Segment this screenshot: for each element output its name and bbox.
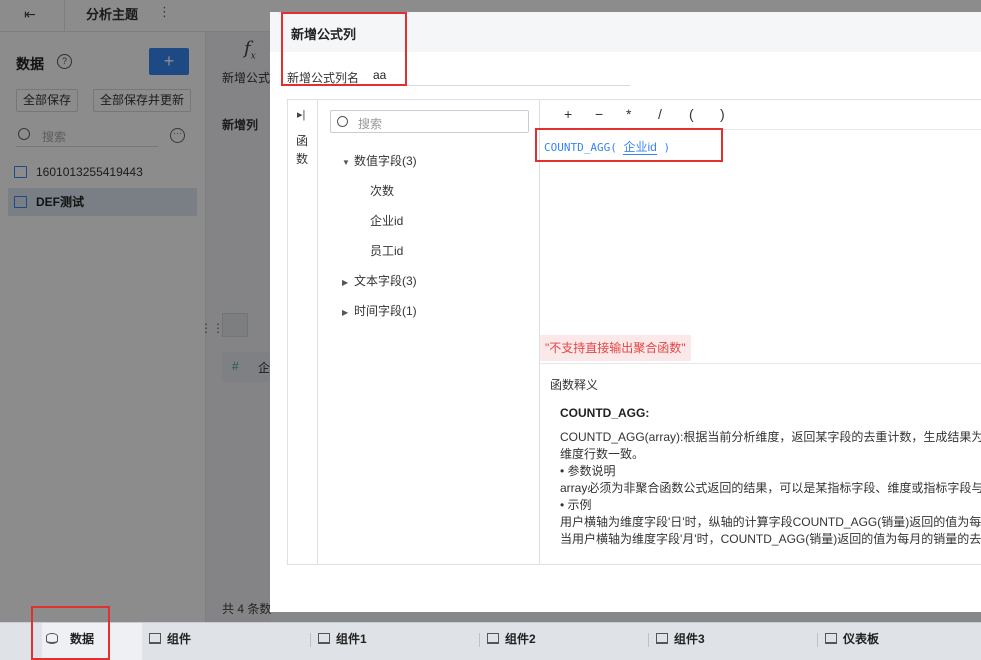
tree-group-label: 文本字段(3) — [354, 274, 417, 288]
operator-plus-button[interactable]: + — [564, 106, 572, 122]
tab-dashboard[interactable]: 仪表板 — [821, 623, 981, 660]
tab-component2[interactable]: 组件2 — [483, 623, 649, 660]
divider — [310, 633, 311, 647]
operator-minus-button[interactable]: − — [595, 106, 603, 122]
explanation-line: COUNTD_AGG(array):根据当前分析维度，返回某字段的去重计数，生成… — [560, 430, 981, 444]
explanation-line: • 示例 — [560, 498, 592, 512]
tab-label: 组件 — [167, 632, 192, 646]
explanation-line: 当用户横轴为维度字段'月'时，COUNTD_AGG(销量)返回的值为每月的销量的… — [560, 532, 981, 546]
tree-group-time[interactable]: ▶ 时间字段(1) — [342, 302, 417, 319]
tree-leaf[interactable]: 次数 — [370, 182, 394, 199]
annotation-box-formula — [535, 128, 723, 162]
divider — [817, 633, 818, 647]
operator-right-paren-button[interactable]: ) — [720, 106, 725, 122]
search-icon — [337, 116, 348, 127]
tree-group-text[interactable]: ▶ 文本字段(3) — [342, 272, 417, 289]
error-message: "不支持直接输出聚合函数" — [540, 335, 691, 361]
caret-down-icon: ▼ — [342, 158, 350, 167]
divider — [648, 633, 649, 647]
add-formula-column-dialog: 新增公式列 新增公式列名 ▸| 函数 搜索 ▼数值字段(3) 次数 企业id 员… — [270, 12, 981, 612]
divider — [479, 633, 480, 647]
formula-editor: ▸| 函数 搜索 ▼ 数值字段(3) 次数 企业id 员工id ▶ 文本字段(3) … — [287, 99, 981, 565]
formula-pane: + − * / ( ) COUNTD_AGG( 企业id ) "不支持直接输出聚… — [540, 100, 981, 564]
chart-icon — [656, 633, 668, 644]
tree-group-label: 数值字段(3) — [354, 154, 417, 168]
annotation-box-data-tab — [31, 606, 110, 660]
tab-label: 组件3 — [674, 632, 705, 646]
expand-arrow-icon[interactable]: ▸| — [297, 108, 305, 121]
explanation-line: array必须为非聚合函数公式返回的结果，可以是某指标字段、维度或指标字段与 — [560, 481, 981, 495]
caret-right-icon: ▶ — [342, 278, 349, 287]
tab-label: 组件2 — [505, 632, 536, 646]
tree-leaf[interactable]: 员工id — [370, 242, 403, 259]
tab-label: 仪表板 — [843, 632, 880, 646]
function-rail-label: 函数 — [296, 134, 309, 166]
dashboard-icon — [825, 633, 837, 644]
tree-group-numeric[interactable]: ▼ 数值字段(3) — [342, 152, 417, 169]
chart-icon — [149, 633, 161, 644]
tab-component[interactable]: 组件 — [145, 623, 311, 660]
tab-label: 组件1 — [336, 632, 367, 646]
function-explanation: 函数释义 COUNTD_AGG: COUNTD_AGG(array):根据当前分… — [540, 363, 981, 564]
tree-group-label: 时间字段(1) — [354, 304, 417, 318]
chart-icon — [318, 633, 330, 644]
function-name: COUNTD_AGG: — [560, 406, 650, 420]
annotation-box-title — [281, 12, 407, 86]
caret-right-icon: ▶ — [342, 308, 349, 317]
field-pane: 搜索 ▼ 数值字段(3) 次数 企业id 员工id ▶ 文本字段(3) ▶ 时间字段(… — [318, 100, 540, 564]
chart-icon — [487, 633, 499, 644]
tree-leaf[interactable]: 企业id — [370, 212, 403, 229]
explanation-line: • 参数说明 — [560, 464, 616, 478]
operator-divide-button[interactable]: / — [658, 106, 662, 122]
operator-toolbar: + − * / ( ) — [540, 100, 981, 130]
field-search-input[interactable]: 搜索 — [330, 110, 529, 133]
function-rail[interactable]: ▸| 函数 — [288, 100, 318, 564]
tab-component3[interactable]: 组件3 — [652, 623, 818, 660]
explanation-title: 函数释义 — [550, 378, 599, 392]
operator-multiply-button[interactable]: * — [626, 106, 631, 122]
bottom-tab-bar: 数据 组件 组件1 组件2 组件3 仪表板 — [0, 622, 981, 660]
explanation-line: 用户横轴为维度字段'日'时，纵轴的计算字段COUNTD_AGG(销量)返回的值为… — [560, 515, 981, 529]
operator-left-paren-button[interactable]: ( — [689, 106, 694, 122]
explanation-line: 维度行数一致。 — [560, 447, 645, 461]
search-placeholder: 搜索 — [358, 117, 383, 131]
tab-component1[interactable]: 组件1 — [314, 623, 480, 660]
